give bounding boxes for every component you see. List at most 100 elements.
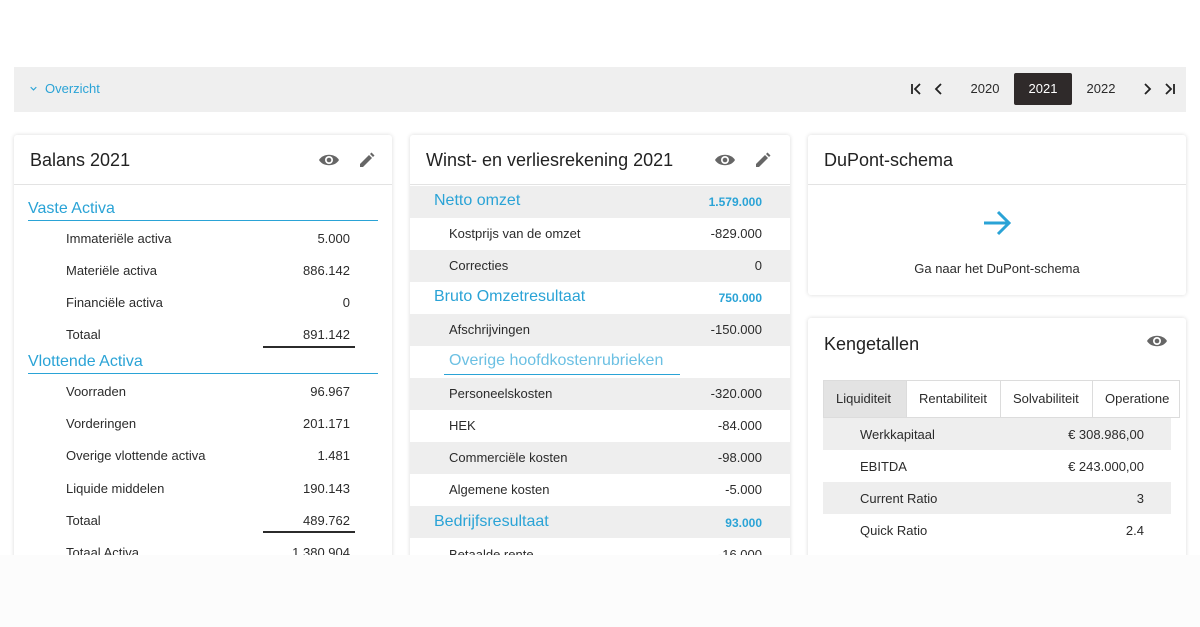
bruto-omzetresultaat-label: Bruto Omzetresultaat xyxy=(434,288,586,305)
balans-header: Balans 2021 xyxy=(14,135,392,185)
wv-row-value: -320.000 xyxy=(710,386,762,401)
chevron-down-icon xyxy=(30,86,37,91)
winst-verlies-header: Winst- en verliesrekening 2021 xyxy=(410,135,790,185)
bottom-fade-overlay xyxy=(0,555,1200,627)
eye-icon xyxy=(715,154,735,166)
kengetal-value: 3 xyxy=(1136,491,1144,506)
kengetal-value: € 243.000,00 xyxy=(1068,459,1144,474)
balans-total-value: 489.762 xyxy=(303,513,350,528)
previous-year-button[interactable] xyxy=(928,73,950,105)
vlottende-activa-title: Vlottende Activa xyxy=(28,353,143,370)
netto-omzet-value: 1.579.000 xyxy=(708,195,762,209)
balans-row-label: Liquide middelen xyxy=(66,481,165,496)
overige-hoofdkostenrubrieken-title: Overige hoofdkostenrubrieken xyxy=(449,352,664,369)
arrow-right-icon xyxy=(984,210,1012,236)
overzicht-label: Overzicht xyxy=(45,81,100,96)
balans-row-value: 96.967 xyxy=(310,384,350,399)
first-year-button[interactable] xyxy=(906,73,928,105)
wv-row-label: HEK xyxy=(449,418,476,433)
balans-total-value: 891.142 xyxy=(303,327,350,342)
tab-rentabiliteit[interactable]: Rentabiliteit xyxy=(907,381,1001,417)
kengetallen-view-button[interactable] xyxy=(1146,330,1168,352)
balans-row-value: 1.481 xyxy=(317,448,350,463)
section-underline xyxy=(28,373,378,374)
pencil-icon xyxy=(756,152,771,167)
kengetal-label: Werkkapitaal xyxy=(860,427,935,442)
kengetal-label: EBITDA xyxy=(860,459,907,474)
section-underline xyxy=(444,374,680,375)
tab-solvabiliteit[interactable]: Solvabiliteit xyxy=(1001,381,1093,417)
balans-row-label: Overige vlottende activa xyxy=(66,448,206,463)
wv-row-label: Correcties xyxy=(449,258,509,273)
kengetal-label: Current Ratio xyxy=(860,491,938,506)
balans-total-label: Totaal xyxy=(66,513,101,528)
last-page-icon xyxy=(1165,83,1175,95)
dupont-header: DuPont-schema xyxy=(808,135,1186,185)
chevron-right-icon xyxy=(1144,83,1152,95)
balans-row-value: 190.143 xyxy=(303,481,350,496)
bedrijfsresultaat-label: Bedrijfsresultaat xyxy=(434,513,549,530)
tab-liquiditeit[interactable]: Liquiditeit xyxy=(824,381,907,417)
wv-row-value: -5.000 xyxy=(725,482,762,497)
dupont-link-label: Ga naar het DuPont-schema xyxy=(914,261,1080,276)
kengetal-value: € 308.986,00 xyxy=(1068,427,1144,442)
wv-row-label: Algemene kosten xyxy=(449,482,550,497)
winst-verlies-view-button[interactable] xyxy=(714,149,736,171)
total-line xyxy=(263,346,355,348)
dupont-link[interactable]: Ga naar het DuPont-schema xyxy=(808,186,1186,295)
year-navigation: 2020 2021 2022 xyxy=(906,73,1186,105)
bruto-omzetresultaat-value: 750.000 xyxy=(718,291,762,305)
wv-row-label: Kostprijs van de omzet xyxy=(449,226,581,241)
overzicht-toggle[interactable]: Overzicht xyxy=(30,81,100,96)
dupont-panel: DuPont-schema Ga naar het DuPont-schema xyxy=(808,135,1186,295)
balans-row-label: Immateriële activa xyxy=(66,231,172,246)
dupont-title: DuPont-schema xyxy=(824,150,954,170)
wv-row-value: -84.000 xyxy=(717,418,762,433)
kengetallen-tabs: Liquiditeit Rentabiliteit Solvabiliteit … xyxy=(823,380,1180,418)
winst-verlies-panel: Winst- en verliesrekening 2021 Netto omz… xyxy=(410,135,790,565)
pencil-icon xyxy=(360,152,375,167)
winst-verlies-edit-button[interactable] xyxy=(752,149,774,171)
wv-row-value: -829.000 xyxy=(710,226,762,241)
year-2022-button[interactable]: 2022 xyxy=(1072,73,1130,105)
wv-row-label: Commerciële kosten xyxy=(449,450,568,465)
top-bar: Overzicht 2020 2021 2022 xyxy=(14,67,1186,112)
wv-row-label: Afschrijvingen xyxy=(449,322,530,337)
balans-row-label: Vorderingen xyxy=(66,416,137,431)
balans-panel: Balans 2021 Vaste Activa Immateriële act… xyxy=(14,135,392,565)
kengetallen-panel: Kengetallen Liquiditeit Rentabiliteit So… xyxy=(808,318,1186,565)
section-underline xyxy=(28,220,378,221)
balans-row-value: 886.142 xyxy=(303,263,350,278)
kengetal-label: Quick Ratio xyxy=(860,523,928,538)
kengetallen-header: Kengetallen xyxy=(808,318,1186,368)
next-year-button[interactable] xyxy=(1136,73,1158,105)
balans-row-label: Financiële activa xyxy=(66,295,163,310)
wv-row-value: -150.000 xyxy=(710,322,762,337)
wv-row-label: Personeelskosten xyxy=(449,386,553,401)
kengetal-value: 2.4 xyxy=(1125,523,1144,538)
tab-operationeel[interactable]: Operatione xyxy=(1093,381,1180,417)
balans-row-value: 5.000 xyxy=(317,231,350,246)
balans-title: Balans 2021 xyxy=(30,150,131,170)
first-page-icon xyxy=(911,83,921,95)
balans-row-label: Materiële activa xyxy=(66,263,158,278)
year-2020-button[interactable]: 2020 xyxy=(956,73,1014,105)
total-line xyxy=(263,531,355,533)
kengetallen-title: Kengetallen xyxy=(824,334,920,354)
netto-omzet-label: Netto omzet xyxy=(434,192,521,209)
balans-row-value: 201.171 xyxy=(303,416,350,431)
balans-view-button[interactable] xyxy=(318,149,340,171)
last-year-button[interactable] xyxy=(1158,73,1180,105)
wv-row-value: 0 xyxy=(754,258,762,273)
wv-row-value: -98.000 xyxy=(717,450,762,465)
winst-verlies-title: Winst- en verliesrekening 2021 xyxy=(426,150,674,170)
balans-edit-button[interactable] xyxy=(356,149,378,171)
eye-icon xyxy=(1147,335,1167,347)
balans-row-value: 0 xyxy=(342,295,350,310)
year-2021-button[interactable]: 2021 xyxy=(1014,73,1072,105)
balans-total-label: Totaal xyxy=(66,327,101,342)
vaste-activa-title: Vaste Activa xyxy=(28,200,115,217)
eye-icon xyxy=(319,154,339,166)
balans-row-label: Voorraden xyxy=(66,384,126,399)
bedrijfsresultaat-value: 93.000 xyxy=(725,516,762,530)
